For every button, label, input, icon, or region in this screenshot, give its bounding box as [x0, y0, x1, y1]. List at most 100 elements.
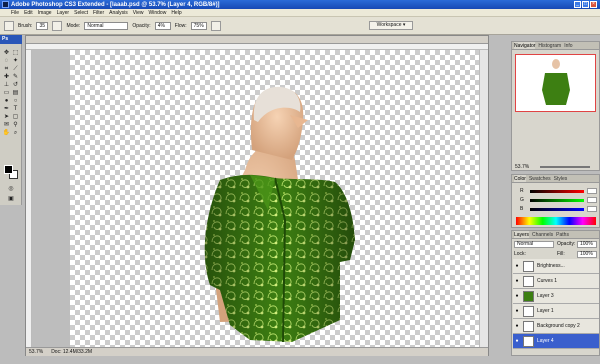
- layer-row[interactable]: ● Layer 1: [513, 304, 599, 319]
- menu-select[interactable]: Select: [74, 10, 88, 16]
- menu-image[interactable]: Image: [38, 10, 52, 16]
- blue-label: B: [520, 206, 524, 212]
- canvas-area[interactable]: [32, 50, 480, 347]
- menu-filter[interactable]: Filter: [93, 10, 104, 16]
- tab-paths[interactable]: Paths: [556, 231, 569, 238]
- brush-tool-icon[interactable]: ✎: [11, 73, 20, 81]
- layer-thumbnail: [523, 320, 534, 332]
- hand-tool-icon[interactable]: ✋: [2, 129, 11, 137]
- close-button[interactable]: ×: [590, 1, 597, 8]
- menu-view[interactable]: View: [133, 10, 144, 16]
- layer-row[interactable]: ● Layer 3: [513, 289, 599, 304]
- menu-file[interactable]: File: [11, 10, 19, 16]
- minimize-button[interactable]: _: [574, 1, 581, 8]
- layer-row-selected[interactable]: ● Layer 4: [513, 334, 599, 349]
- eraser-tool-icon[interactable]: ▭: [2, 89, 11, 97]
- canvas[interactable]: [70, 50, 480, 347]
- navigator-zoom[interactable]: 53.7%: [515, 164, 529, 170]
- blue-slider[interactable]: [530, 208, 584, 211]
- vertical-scrollbar[interactable]: [479, 50, 488, 347]
- tab-channels[interactable]: Channels: [532, 231, 553, 238]
- green-value[interactable]: [587, 197, 597, 203]
- brush-label: Brush:: [18, 22, 33, 29]
- layer-name: Layer 1: [537, 308, 554, 314]
- maximize-button[interactable]: □: [582, 1, 589, 8]
- brush-tool-icon[interactable]: [4, 20, 14, 31]
- menu-analysis[interactable]: Analysis: [109, 10, 128, 16]
- airbrush-icon[interactable]: [210, 20, 221, 31]
- tab-color[interactable]: Color: [514, 175, 526, 182]
- menu-edit[interactable]: Edit: [24, 10, 33, 16]
- eye-icon[interactable]: ●: [513, 323, 521, 329]
- tab-styles[interactable]: Styles: [554, 175, 568, 182]
- gradient-tool-icon[interactable]: ▤: [11, 89, 20, 97]
- healing-tool-icon[interactable]: ✚: [2, 73, 11, 81]
- marquee-tool-icon[interactable]: ⬚: [11, 49, 20, 57]
- layer-row[interactable]: ● Curves 1: [513, 274, 599, 289]
- eye-icon[interactable]: ●: [513, 293, 521, 299]
- options-bar: Brush: 35 Mode: Normal Opacity: 4% Flow:…: [0, 17, 600, 35]
- document-window: 53.7% Doc: 12.4M/33.2M: [25, 35, 489, 356]
- brush-panel-icon[interactable]: [52, 20, 63, 31]
- move-tool-icon[interactable]: ✥: [2, 49, 11, 57]
- screen-mode-icon[interactable]: ▣: [4, 195, 18, 203]
- layer-name: Background copy 2: [537, 323, 580, 329]
- toolbox: Ps ✥ ⬚ ◌ ✦ ⌗ ⟋ ✚ ✎ ⊥ ↺ ▭ ▤ ● ○ ✒ T ➤ ▢ ✉…: [0, 35, 22, 205]
- layer-name: Curves 1: [537, 278, 558, 284]
- red-slider[interactable]: [530, 190, 584, 193]
- opacity-field[interactable]: 4%: [154, 21, 171, 30]
- blue-value[interactable]: [587, 206, 597, 212]
- toolbox-title: Ps: [0, 35, 22, 44]
- slice-tool-icon[interactable]: ⟋: [11, 65, 20, 73]
- navigator-thumbnail[interactable]: [515, 54, 596, 112]
- type-tool-icon[interactable]: T: [11, 105, 20, 113]
- status-zoom[interactable]: 53.7%: [29, 349, 43, 355]
- eye-icon[interactable]: ●: [513, 338, 521, 344]
- layer-row[interactable]: ● Background copy 2: [513, 319, 599, 334]
- tab-swatches[interactable]: Swatches: [529, 175, 551, 182]
- flow-field[interactable]: 75%: [190, 21, 207, 30]
- green-slider[interactable]: [530, 199, 584, 202]
- menu-window[interactable]: Window: [149, 10, 167, 16]
- blend-mode-select[interactable]: Normal: [514, 241, 554, 248]
- navigator-zoom-slider[interactable]: [540, 166, 590, 168]
- mode-select[interactable]: Normal: [84, 21, 129, 30]
- color-panel: Color Swatches Styles R G B: [511, 174, 600, 228]
- tab-histogram[interactable]: Histogram: [538, 42, 561, 49]
- eyedropper-icon[interactable]: ⚲: [11, 121, 20, 129]
- zoom-tool-icon[interactable]: ⌕: [11, 129, 20, 137]
- layer-name: Layer 3: [537, 293, 554, 299]
- eye-icon[interactable]: ●: [513, 278, 521, 284]
- foreground-color-swatch[interactable]: [4, 165, 13, 174]
- notes-tool-icon[interactable]: ✉: [2, 121, 11, 129]
- quick-mask-icon[interactable]: ◎: [4, 185, 18, 193]
- tab-info[interactable]: Info: [564, 42, 572, 49]
- dodge-tool-icon[interactable]: ○: [11, 97, 20, 105]
- menu-help[interactable]: Help: [171, 10, 181, 16]
- shape-tool-icon[interactable]: ▢: [11, 113, 20, 121]
- fill-field[interactable]: 100%: [577, 251, 597, 258]
- navigator-panel: Navigator Histogram Info 53.7%: [511, 41, 600, 171]
- app-icon: [2, 1, 9, 8]
- history-brush-icon[interactable]: ↺: [11, 81, 20, 89]
- tab-layers[interactable]: Layers: [514, 231, 530, 238]
- eye-icon[interactable]: ●: [513, 263, 521, 269]
- color-spectrum[interactable]: [516, 217, 596, 225]
- layer-opacity-field[interactable]: 100%: [577, 241, 597, 248]
- pen-tool-icon[interactable]: ✒: [2, 105, 11, 113]
- red-value[interactable]: [587, 188, 597, 194]
- layer-row[interactable]: ● Brightness...: [513, 259, 599, 274]
- lasso-tool-icon[interactable]: ◌: [2, 57, 11, 65]
- stamp-tool-icon[interactable]: ⊥: [2, 81, 11, 89]
- workspace-button[interactable]: Workspace ▾: [369, 21, 413, 30]
- layer-opacity-label: Opacity:: [557, 241, 576, 247]
- tab-navigator[interactable]: Navigator: [514, 42, 536, 49]
- menu-layer[interactable]: Layer: [57, 10, 70, 16]
- path-select-icon[interactable]: ➤: [2, 113, 11, 121]
- brush-size[interactable]: 35: [36, 21, 49, 30]
- crop-tool-icon[interactable]: ⌗: [2, 65, 11, 73]
- mode-label: Mode:: [66, 22, 81, 29]
- magic-wand-icon[interactable]: ✦: [11, 57, 20, 65]
- blur-tool-icon[interactable]: ●: [2, 97, 11, 105]
- eye-icon[interactable]: ●: [513, 308, 521, 314]
